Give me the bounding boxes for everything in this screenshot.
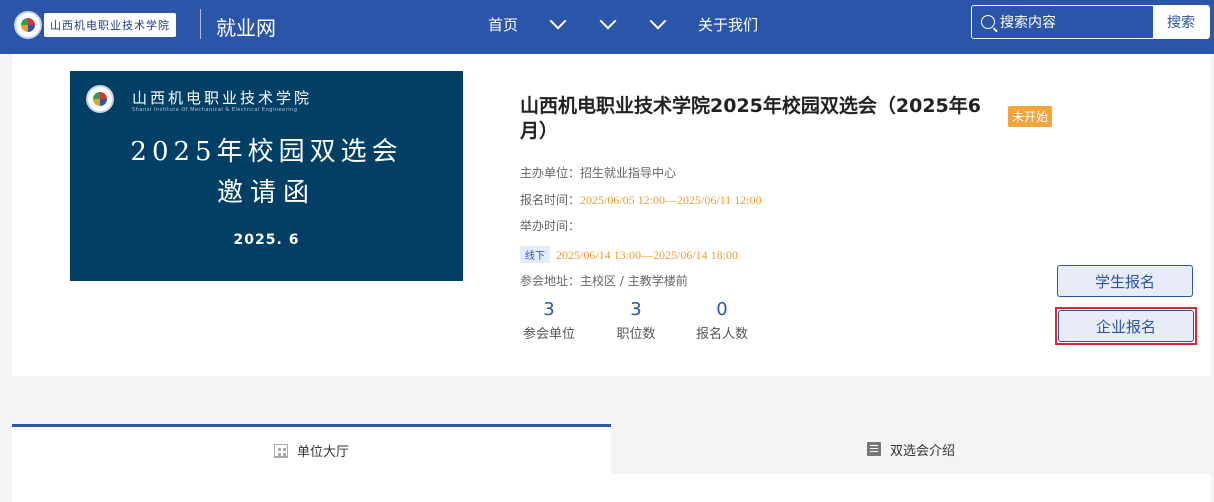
stat-signups: 0 报名人数: [693, 299, 751, 342]
tab-company-hall-label: 单位大厅: [296, 445, 349, 460]
nav-dropdown-2[interactable]: [599, 12, 617, 30]
tab-fair-intro-label: 双选会介绍: [889, 443, 955, 459]
poster-date: 2025. 6: [233, 232, 300, 248]
poster-emblem-icon: [86, 85, 114, 113]
event-poster: 山西机电职业技术学院 Shanxi Institute Of Mechanica…: [70, 71, 463, 281]
organizer-line: 主办单位：招生就业指导中心: [520, 164, 676, 181]
poster-subtitle: 邀请函: [216, 178, 316, 208]
search-box: 搜索: [971, 5, 1210, 39]
event-card: 山西机电职业技术学院 Shanxi Institute Of Mechanica…: [12, 54, 1211, 376]
stat-companies-label: 参会单位: [522, 327, 575, 342]
venue-value: 主校区 / 主教学楼前: [580, 274, 688, 288]
stat-positions-value: 3: [630, 299, 642, 320]
stat-positions: 3 职位数: [613, 299, 659, 342]
search-input[interactable]: [1000, 14, 1140, 30]
event-title: 山西机电职业技术学院2025年校园双选会（2025年6月）: [520, 95, 981, 142]
logo-text: 山西机电职业技术学院: [44, 13, 176, 37]
tab-bar: 单位大厅 双选会介绍: [12, 424, 1211, 474]
hold-time-label: 举办时间：: [520, 219, 581, 233]
venue-line: 参会地址：主校区 / 主教学楼前: [520, 272, 688, 289]
tab-fair-intro[interactable]: 双选会介绍: [611, 424, 1211, 474]
stat-signups-value: 0: [716, 299, 728, 320]
signup-time-label: 报名时间：: [520, 193, 581, 207]
nav-item-home[interactable]: 首页: [488, 14, 518, 35]
poster-school-name: 山西机电职业技术学院: [132, 89, 313, 107]
site-name[interactable]: 就业网: [216, 12, 276, 41]
mode-tag: 线下: [520, 246, 550, 263]
stat-signups-label: 报名人数: [695, 327, 748, 342]
nav-dropdown-1[interactable]: [549, 12, 567, 30]
stat-companies-value: 3: [543, 299, 555, 320]
search-icon: [981, 15, 995, 29]
organizer-label: 主办单位：: [520, 166, 581, 180]
hold-time-line: 线下 2025/06/14 13:00—2025/06/14 18:00: [520, 246, 738, 263]
top-header: 山西机电职业技术学院 就业网 首页 关于我们 搜索: [0, 0, 1214, 54]
highlight-box: [1055, 307, 1197, 345]
chevron-down-icon: [549, 12, 567, 30]
hold-time-value: 2025/06/14 13:00—2025/06/14 18:00: [556, 248, 739, 262]
header-divider: [200, 9, 201, 39]
stat-companies: 3 参会单位: [520, 299, 578, 342]
tab-company-hall[interactable]: 单位大厅: [12, 424, 611, 474]
status-badge: 未开始: [1008, 106, 1053, 127]
organizer-value: 招生就业指导中心: [580, 166, 677, 180]
book-icon: [866, 442, 881, 456]
tab-content: [12, 474, 1211, 502]
main-nav: 首页 关于我们: [488, 12, 758, 35]
chevron-down-icon: [649, 12, 667, 30]
site-logo[interactable]: 山西机电职业技术学院: [14, 10, 176, 40]
student-signup-button[interactable]: 学生报名: [1057, 265, 1193, 297]
school-emblem-icon: [14, 11, 42, 39]
stat-positions-label: 职位数: [616, 327, 656, 342]
poster-title: 2025年校园双选会: [130, 137, 403, 167]
poster-school-name-en: Shanxi Institute Of Mechanical & Electri…: [132, 107, 298, 113]
building-icon: [273, 443, 288, 458]
chevron-down-icon: [599, 12, 617, 30]
nav-dropdown-3[interactable]: [649, 12, 667, 30]
signup-time-value: 2025/06/05 12:00—2025/06/11 12:00: [580, 193, 762, 207]
signup-time-line: 报名时间：2025/06/05 12:00—2025/06/11 12:00: [520, 191, 762, 208]
search-field[interactable]: [972, 6, 1153, 38]
search-button[interactable]: 搜索: [1153, 6, 1209, 38]
venue-label: 参会地址：: [520, 274, 581, 288]
nav-item-about[interactable]: 关于我们: [698, 14, 758, 35]
